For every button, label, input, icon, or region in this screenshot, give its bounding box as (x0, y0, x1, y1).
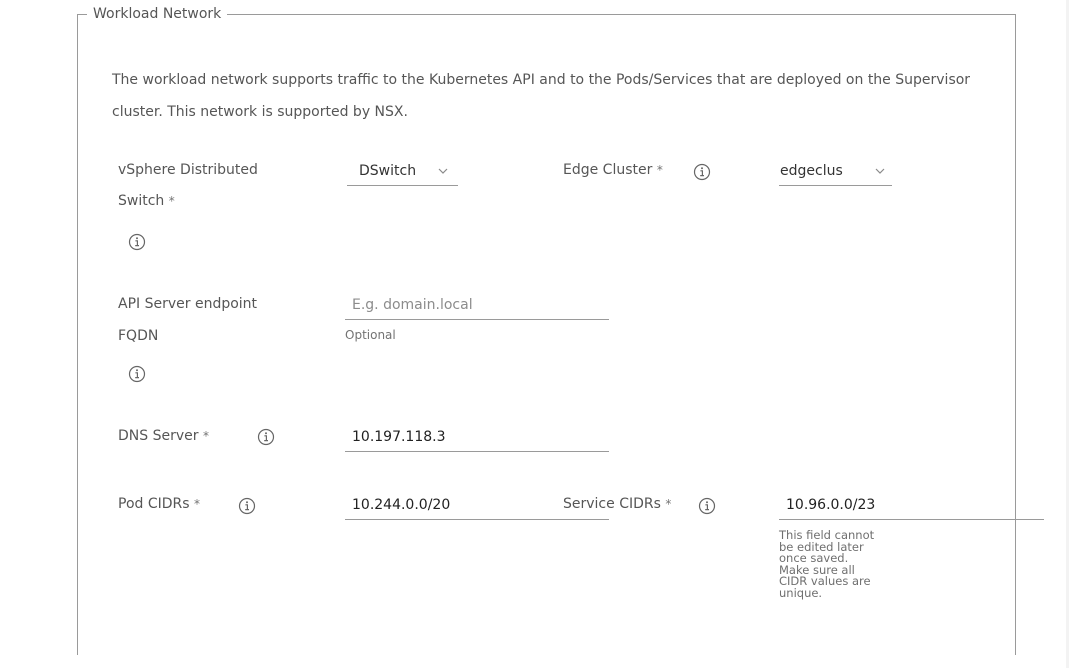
service-cidrs-warning: This field cannot be edited later once s… (779, 529, 909, 600)
api-fqdn-input[interactable]: E.g. domain.local (345, 289, 609, 320)
required-asterisk: * (665, 497, 672, 511)
edge-cluster-label: Edge Cluster * (563, 155, 663, 185)
chevron-down-icon (875, 168, 885, 174)
edge-cluster-select-value: edgeclus (780, 163, 843, 179)
api-fqdn-label-2: FQDN (118, 321, 158, 351)
required-asterisk: * (202, 429, 209, 443)
api-fqdn-placeholder: E.g. domain.local (352, 297, 473, 313)
chevron-down-icon (438, 168, 448, 174)
info-icon[interactable] (128, 233, 146, 251)
vds-select[interactable]: DSwitch (347, 155, 458, 186)
pod-cidrs-label-text: Pod CIDRs (118, 496, 190, 512)
info-icon[interactable] (698, 497, 716, 515)
service-cidrs-input[interactable]: 10.96.0.0/23 (779, 489, 1044, 520)
info-icon[interactable] (693, 163, 711, 181)
vds-label: vSphere Distributed (118, 155, 258, 185)
vds-label-line2: Switch (118, 193, 165, 209)
required-asterisk: * (194, 497, 201, 511)
section-description: The workload network supports traffic to… (112, 72, 971, 120)
info-icon[interactable] (238, 497, 256, 515)
required-asterisk: * (168, 194, 175, 208)
info-icon[interactable] (128, 365, 146, 383)
api-fqdn-label-line2: FQDN (118, 328, 159, 344)
edge-cluster-label-text: Edge Cluster (563, 162, 653, 178)
service-cidrs-value: 10.96.0.0/23 (786, 497, 876, 513)
dns-value: 10.197.118.3 (352, 429, 446, 445)
dns-label-text: DNS Server (118, 428, 199, 444)
dns-label: DNS Server * (118, 421, 209, 451)
pod-cidrs-label: Pod CIDRs * (118, 489, 200, 519)
api-fqdn-label: API Server endpoint (118, 289, 257, 319)
api-fqdn-helper: Optional (345, 328, 396, 342)
dns-input[interactable]: 10.197.118.3 (345, 421, 609, 452)
vds-label-2: Switch * (118, 186, 175, 216)
required-asterisk: * (656, 163, 663, 177)
service-cidrs-label-text: Service CIDRs (563, 496, 661, 512)
vds-label-line1: vSphere Distributed (118, 162, 258, 178)
pod-cidrs-value: 10.244.0.0/20 (352, 497, 451, 513)
vds-select-value: DSwitch (359, 163, 417, 179)
edge-cluster-select[interactable]: edgeclus (779, 155, 892, 186)
service-cidrs-label: Service CIDRs * (563, 489, 671, 519)
warning-line: unique. (779, 585, 823, 600)
api-fqdn-label-line1: API Server endpoint (118, 296, 258, 312)
fieldset-legend: Workload Network (87, 4, 228, 24)
info-icon[interactable] (257, 428, 275, 446)
